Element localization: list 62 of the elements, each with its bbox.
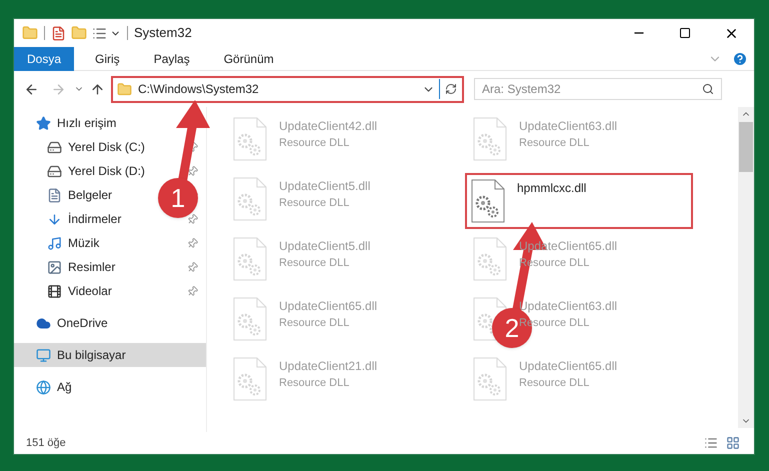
search-icon[interactable] [702, 83, 714, 95]
file-type: Resource DLL [279, 136, 350, 151]
up-icon[interactable] [90, 82, 105, 96]
details-view-icon[interactable] [704, 436, 718, 450]
address-path: C:\Windows\System32 [138, 81, 260, 98]
music-note-icon [47, 236, 62, 250]
picture-icon [47, 260, 62, 274]
ribbon-tab[interactable]: Paylaş [140, 46, 203, 70]
dll-file-icon [473, 357, 507, 401]
sidebar-item[interactable]: Yerel Disk (C:) [47, 138, 145, 156]
ribbon-tab[interactable]: Dosya [14, 46, 74, 70]
back-icon[interactable] [24, 82, 39, 96]
dll-file-icon [233, 117, 267, 161]
sidebar-item[interactable]: Hızlı erişim [36, 114, 116, 132]
sidebar-item[interactable]: Ağ [36, 378, 72, 396]
sidebar-item[interactable]: OneDrive [36, 314, 108, 332]
dll-file-icon [471, 179, 505, 223]
document-icon [47, 188, 62, 202]
sidebar-item[interactable]: Bu bilgisayar [36, 346, 126, 364]
sidebar-item[interactable]: Müzik [47, 234, 100, 252]
search-field[interactable]: Ara: System32 [474, 78, 722, 100]
ribbon-tab[interactable]: Görünüm [210, 46, 287, 70]
help-icon[interactable] [732, 50, 748, 66]
file-type: Resource DLL [519, 376, 590, 391]
item-count: 151 öğe [26, 436, 66, 451]
dll-file-icon [473, 237, 507, 281]
dll-file-icon [233, 177, 267, 221]
properties-icon[interactable] [51, 26, 66, 40]
scrollbar-thumb[interactable] [739, 122, 753, 172]
file-type: Resource DLL [519, 136, 590, 151]
monitor-icon [36, 348, 51, 362]
scrollbar[interactable] [738, 107, 754, 428]
window-title: System32 [134, 24, 192, 42]
drive-icon [47, 164, 62, 178]
sidebar-item[interactable]: Belgeler [47, 186, 112, 204]
refresh-icon[interactable] [445, 83, 457, 95]
view-icon[interactable] [92, 26, 107, 40]
maximize-icon [679, 27, 691, 39]
file-type: Resource DLL [279, 256, 350, 271]
file-type: Resource DLL [279, 376, 350, 391]
dll-file-icon [233, 357, 267, 401]
address-bar[interactable]: C:\Windows\System32 [111, 76, 464, 102]
network-icon [36, 380, 51, 394]
sidebar-item[interactable]: İndirmeler [47, 210, 122, 228]
dll-file-icon [233, 237, 267, 281]
file-type: Resource DLL [279, 196, 350, 211]
sidebar-item[interactable]: Resimler [47, 258, 116, 276]
large-icons-view-icon[interactable] [726, 436, 740, 450]
film-icon [47, 284, 62, 298]
file-type: Resource DLL [279, 316, 350, 331]
drive-icon [47, 140, 62, 154]
folder-icon [117, 82, 132, 96]
cloud-icon [36, 316, 51, 330]
star-icon [36, 116, 51, 130]
dll-file-icon [233, 297, 267, 341]
sidebar-item[interactable]: Yerel Disk (D:) [47, 162, 145, 180]
down-arrow-icon [47, 212, 62, 226]
ribbon-tab[interactable]: Giriş [82, 46, 133, 70]
file-name[interactable]: hpmmlcxc.dll [517, 179, 586, 197]
search-input[interactable]: Ara: System32 [482, 80, 702, 98]
dll-file-icon [473, 117, 507, 161]
sidebar-item[interactable]: Videolar [47, 282, 112, 300]
